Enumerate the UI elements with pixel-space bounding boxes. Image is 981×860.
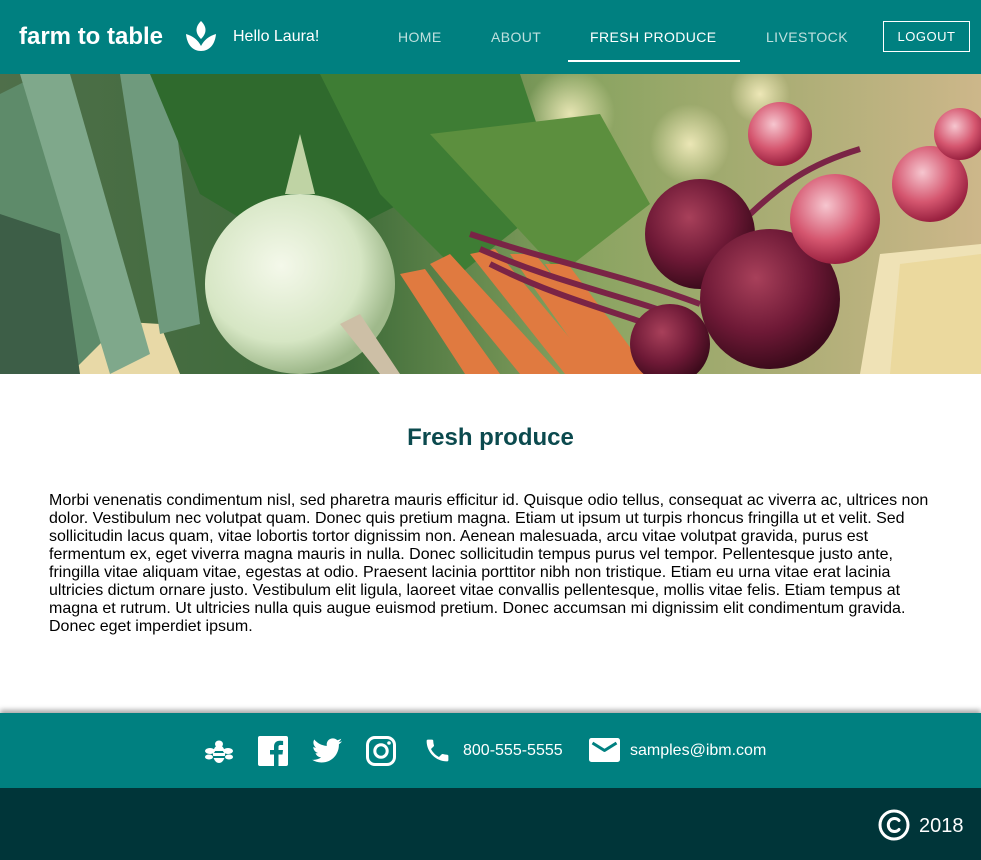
instagram-icon[interactable] — [366, 736, 396, 766]
user-greeting: Hello Laura! — [233, 28, 320, 45]
nav-fresh-produce[interactable]: FRESH PRODUCE — [590, 29, 717, 45]
phone-icon[interactable] — [423, 736, 452, 765]
footer-phone-number[interactable]: 800-555-5555 — [463, 741, 563, 761]
copyright-icon — [878, 809, 910, 841]
bee-icon[interactable] — [204, 736, 234, 766]
footer-copyright-bar — [0, 788, 981, 860]
mail-icon[interactable] — [589, 737, 620, 763]
active-nav-indicator — [568, 60, 740, 62]
page-title: Fresh produce — [407, 424, 574, 451]
page-body-text: Morbi venenatis condimentum nisl, sed ph… — [49, 492, 929, 635]
nav-livestock[interactable]: LIVESTOCK — [766, 29, 848, 45]
nav-home[interactable]: HOME — [398, 29, 442, 45]
nav-about[interactable]: ABOUT — [491, 29, 541, 45]
brand-title[interactable]: farm to table — [19, 22, 163, 52]
twitter-icon[interactable] — [312, 737, 342, 765]
copyright-year: 2018 — [919, 815, 964, 837]
vegetables-illustration — [0, 74, 981, 374]
top-nav-bar: farm to table Hello Laura! HOME ABOUT FR… — [0, 0, 981, 74]
footer-email[interactable]: samples@ibm.com — [630, 741, 766, 761]
facebook-icon[interactable] — [258, 736, 288, 766]
sprout-icon — [186, 21, 216, 51]
vegetables-banner-image — [0, 74, 981, 374]
logout-button[interactable]: LOGOUT — [883, 21, 970, 52]
